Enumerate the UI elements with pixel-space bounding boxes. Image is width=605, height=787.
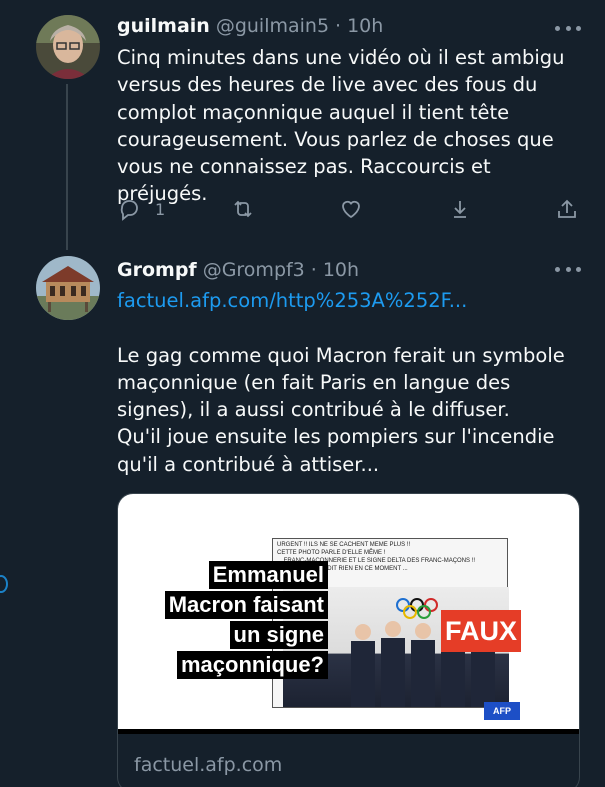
action-bar: 1 [117, 197, 587, 223]
card-divider [118, 729, 579, 734]
avatar[interactable] [36, 15, 100, 79]
caption-line: Macron faisant [164, 591, 328, 619]
separator-dot: · [335, 15, 342, 37]
card-caption: Emmanuel Macron faisant un signe maçonni… [158, 561, 328, 681]
faux-label: FAUX [441, 610, 521, 652]
reply-count: 1 [155, 199, 166, 219]
separator-dot: · [310, 259, 317, 281]
avatar[interactable] [36, 256, 100, 320]
reply-button[interactable]: 1 [117, 197, 165, 221]
share-button[interactable] [555, 197, 579, 221]
tweet-body: factuel.afp.com/http%253A%252F... Le gag… [117, 287, 587, 478]
tweet-link[interactable]: factuel.afp.com/http%253A%252F... [117, 287, 587, 314]
like-button[interactable] [339, 197, 363, 221]
card-domain: factuel.afp.com [134, 754, 283, 776]
timestamp[interactable]: 10h [323, 259, 359, 281]
retweet-button[interactable] [231, 197, 255, 221]
user-handle[interactable]: @guilmain5 [216, 15, 329, 37]
more-options-icon[interactable] [555, 259, 581, 279]
caption-line: Emmanuel [208, 561, 328, 589]
like-icon [342, 200, 360, 219]
tweet-text-paragraph-2: Qu'il joue ensuite les pompiers sur l'in… [117, 425, 555, 476]
download-icon [454, 201, 466, 218]
caption-line: maçonnique? [176, 651, 328, 679]
display-name[interactable]: guilmain [117, 15, 210, 37]
card-image[interactable]: URGENT !! ILS NE SE CACHENT MEME PLUS !!… [118, 494, 579, 734]
user-handle[interactable]: @Grompf3 [203, 259, 305, 281]
caption-line: un signe [229, 621, 328, 649]
tweet-guilmain[interactable]: guilmain @guilmain5 · 10h Cinq minutes d… [0, 0, 605, 250]
afp-logo: AFP [484, 702, 520, 720]
more-options-icon[interactable] [555, 18, 581, 38]
share-icon [558, 199, 576, 218]
timestamp[interactable]: 10h [347, 15, 383, 37]
download-button[interactable] [448, 197, 472, 221]
display-name[interactable]: Grompf [117, 259, 197, 281]
reply-icon [120, 200, 138, 221]
tweet-text: Cinq minutes dans une vidéo où il est am… [117, 46, 565, 206]
tweet-text-paragraph-1: Le gag comme quoi Macron ferait un symbo… [117, 343, 565, 422]
link-preview-card[interactable]: URGENT !! ILS NE SE CACHENT MEME PLUS !!… [117, 493, 580, 787]
retweet-icon [234, 200, 252, 218]
